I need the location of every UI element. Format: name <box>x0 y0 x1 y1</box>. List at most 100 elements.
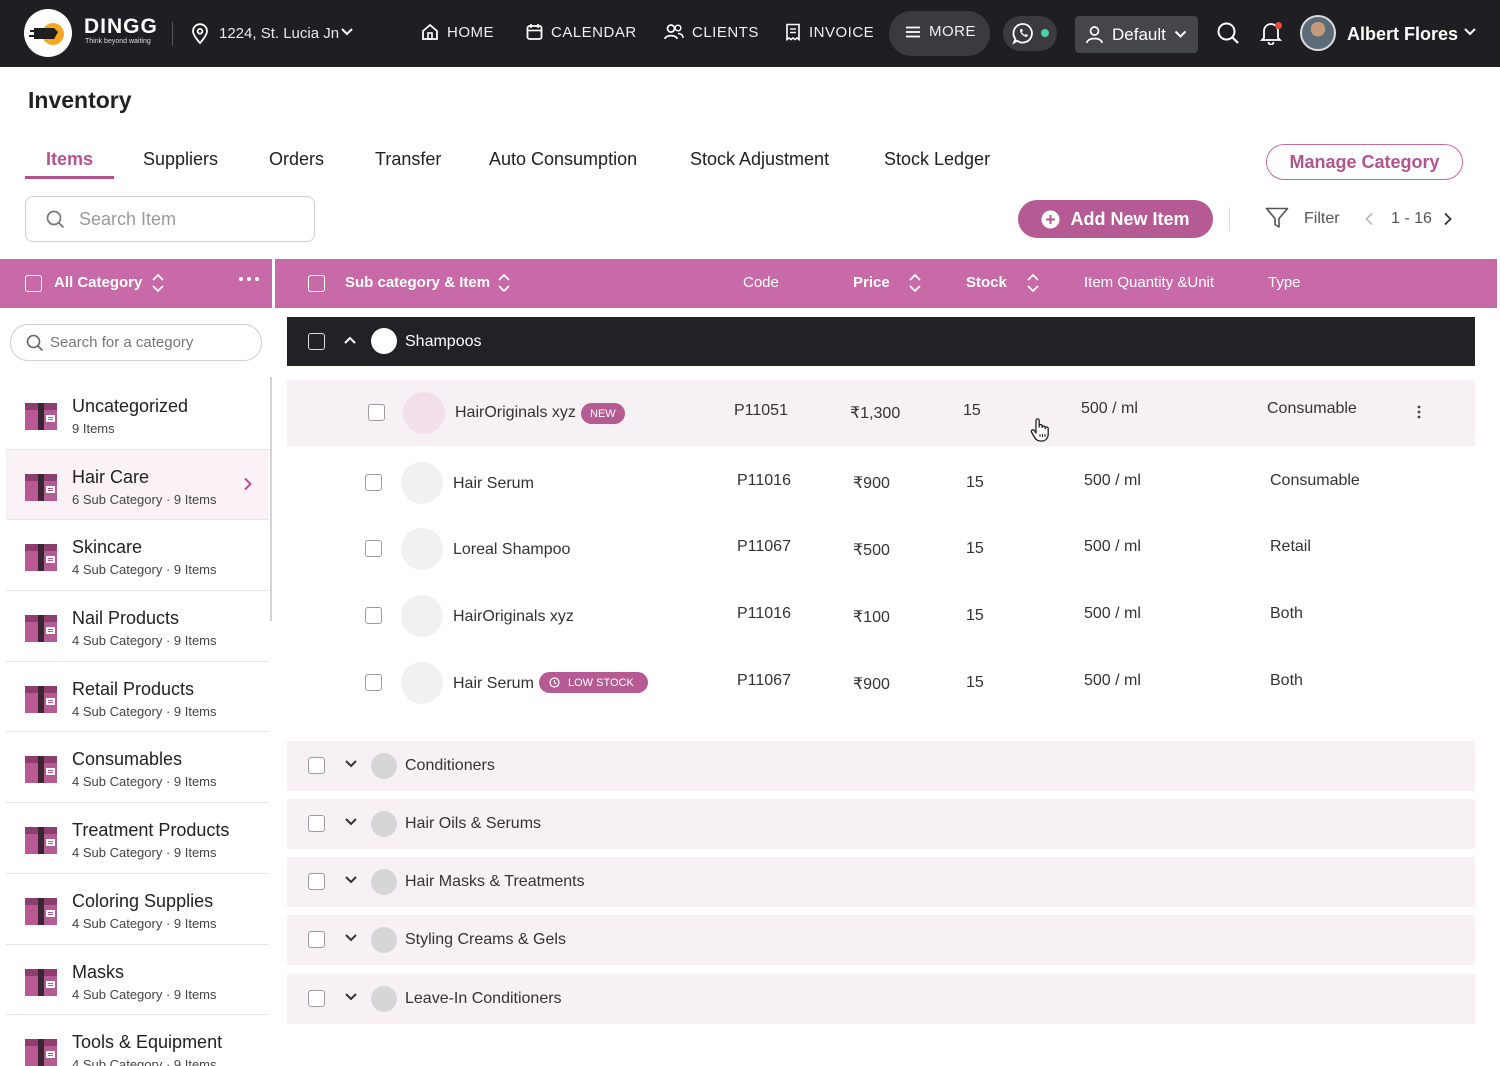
header-stock[interactable]: Stock <box>966 274 1007 291</box>
category-item[interactable]: Retail Products 4 Sub Category · 9 Items <box>6 662 269 733</box>
location-selector[interactable]: 1224, St. Lucia Jn <box>219 25 339 42</box>
category-item[interactable]: Tools & Equipment 4 Sub Category · 9 Ite… <box>6 1015 269 1066</box>
sort-icon[interactable] <box>1026 272 1040 294</box>
row-checkbox[interactable] <box>365 474 382 491</box>
group-row-collapsed[interactable]: Hair Masks & Treatments <box>287 857 1475 907</box>
all-category-header[interactable]: All Category <box>54 274 142 291</box>
dingg-logo[interactable] <box>24 9 72 57</box>
group-row-collapsed[interactable]: Styling Creams & Gels <box>287 915 1475 965</box>
category-search-box[interactable] <box>10 324 262 361</box>
category-item[interactable]: Masks 4 Sub Category · 9 Items <box>6 945 269 1016</box>
sort-icon[interactable] <box>151 272 165 294</box>
group-checkbox[interactable] <box>308 815 325 832</box>
tab-items[interactable]: Items <box>46 149 93 170</box>
group-checkbox[interactable] <box>308 873 325 890</box>
more-vertical-icon[interactable] <box>1417 405 1421 419</box>
group-row-collapsed[interactable]: Leave-In Conditioners <box>287 974 1475 1024</box>
row-checkbox[interactable] <box>368 404 385 421</box>
chevron-down-icon <box>1174 30 1187 39</box>
category-item[interactable]: Hair Care 6 Sub Category · 9 Items <box>6 450 269 521</box>
select-all-checkbox[interactable] <box>308 275 325 292</box>
package-icon <box>24 469 58 503</box>
chevron-down-icon[interactable] <box>340 27 354 37</box>
group-name: Shampoos <box>405 333 482 351</box>
search-item-input[interactable] <box>79 209 299 230</box>
tab-transfer[interactable]: Transfer <box>375 149 441 170</box>
add-new-item-button[interactable]: Add New Item <box>1018 200 1213 238</box>
group-row-collapsed[interactable]: Conditioners <box>287 741 1475 791</box>
tab-suppliers[interactable]: Suppliers <box>143 149 218 170</box>
tab-stock-ledger[interactable]: Stock Ledger <box>884 149 990 170</box>
chevron-left-icon[interactable] <box>1364 212 1374 226</box>
more-horizontal-icon[interactable] <box>238 276 260 282</box>
item-quantity-unit: 500 / ml <box>1084 672 1141 690</box>
row-checkbox[interactable] <box>365 540 382 557</box>
sidebar-scrollbar[interactable] <box>270 377 272 621</box>
hand-pointer-icon <box>1030 417 1052 443</box>
group-checkbox[interactable] <box>308 757 325 774</box>
row-checkbox[interactable] <box>365 674 382 691</box>
nav-calendar[interactable]: CALENDAR <box>526 23 637 41</box>
nav-more[interactable]: MORE <box>905 23 976 40</box>
chevron-right-icon[interactable] <box>1443 212 1453 226</box>
chevron-down-icon[interactable] <box>344 992 358 1002</box>
category-item[interactable]: Nail Products 4 Sub Category · 9 Items <box>6 591 269 662</box>
chevron-right-icon[interactable] <box>243 477 253 491</box>
chevron-up-icon[interactable] <box>343 335 357 345</box>
sort-icon[interactable] <box>908 272 922 294</box>
category-meta: 9 Items <box>72 421 115 436</box>
group-checkbox[interactable] <box>308 931 325 948</box>
profile-select[interactable]: Default <box>1075 16 1198 53</box>
table-row[interactable]: HairOriginals xyz NEW P11051 ₹1,300 15 5… <box>287 380 1475 446</box>
chevron-down-icon[interactable] <box>344 817 358 827</box>
category-item[interactable]: Treatment Products 4 Sub Category · 9 It… <box>6 803 269 874</box>
group-checkbox[interactable] <box>308 990 325 1007</box>
tab-stock-adjustment[interactable]: Stock Adjustment <box>690 149 829 170</box>
search-icon[interactable] <box>1216 21 1240 45</box>
item-type: Consumable <box>1270 472 1360 490</box>
nav-clients[interactable]: CLIENTS <box>664 23 759 41</box>
table-row[interactable]: Loreal Shampoo P11067 ₹500 15 500 / ml R… <box>287 516 1475 582</box>
chevron-down-icon[interactable] <box>344 759 358 769</box>
category-name: Hair Care <box>72 467 149 488</box>
chevron-down-icon[interactable] <box>344 933 358 943</box>
row-checkbox[interactable] <box>365 607 382 624</box>
whatsapp-status-dot <box>1041 29 1049 37</box>
nav-home[interactable]: HOME <box>421 23 494 41</box>
category-name: Nail Products <box>72 608 179 629</box>
category-name: Skincare <box>72 537 142 558</box>
filter-icon[interactable] <box>1265 206 1289 230</box>
category-search-input[interactable] <box>50 334 250 351</box>
divider <box>272 259 275 308</box>
category-item[interactable]: Skincare 4 Sub Category · 9 Items <box>6 520 269 591</box>
group-avatar <box>371 986 397 1012</box>
header-price[interactable]: Price <box>853 274 890 291</box>
user-name[interactable]: Albert Flores <box>1347 24 1458 45</box>
plus-circle-icon <box>1041 210 1060 229</box>
chevron-down-icon[interactable] <box>344 875 358 885</box>
nav-invoice[interactable]: INVOICE <box>785 23 874 41</box>
whatsapp-icon[interactable] <box>1012 22 1035 45</box>
header-item[interactable]: Sub category & Item <box>345 274 490 291</box>
sort-icon[interactable] <box>497 272 511 294</box>
group-row-expanded[interactable]: Shampoos <box>287 317 1475 366</box>
group-checkbox[interactable] <box>308 333 325 350</box>
chevron-down-icon[interactable] <box>1463 27 1477 37</box>
search-item-box[interactable] <box>25 196 315 242</box>
all-category-checkbox[interactable] <box>25 275 42 292</box>
category-item[interactable]: Uncategorized 9 Items <box>6 379 269 450</box>
table-row[interactable]: Hair Serum LOW STOCK P11067 ₹900 15 500 … <box>287 650 1475 716</box>
tab-auto-consumption[interactable]: Auto Consumption <box>489 149 637 170</box>
avatar[interactable] <box>1300 15 1336 51</box>
tab-orders[interactable]: Orders <box>269 149 324 170</box>
table-row[interactable]: Hair Serum P11016 ₹900 15 500 / ml Consu… <box>287 450 1475 516</box>
category-item[interactable]: Coloring Supplies 4 Sub Category · 9 Ite… <box>6 874 269 945</box>
manage-category-button[interactable]: Manage Category <box>1266 144 1463 180</box>
group-avatar <box>371 927 397 953</box>
category-item[interactable]: Consumables 4 Sub Category · 9 Items <box>6 732 269 803</box>
header-type: Type <box>1268 274 1301 291</box>
table-row[interactable]: HairOriginals xyz P11016 ₹100 15 500 / m… <box>287 583 1475 649</box>
group-row-collapsed[interactable]: Hair Oils & Serums <box>287 799 1475 849</box>
category-meta: 4 Sub Category · 9 Items <box>72 987 217 1002</box>
filter-button[interactable]: Filter <box>1304 210 1340 228</box>
